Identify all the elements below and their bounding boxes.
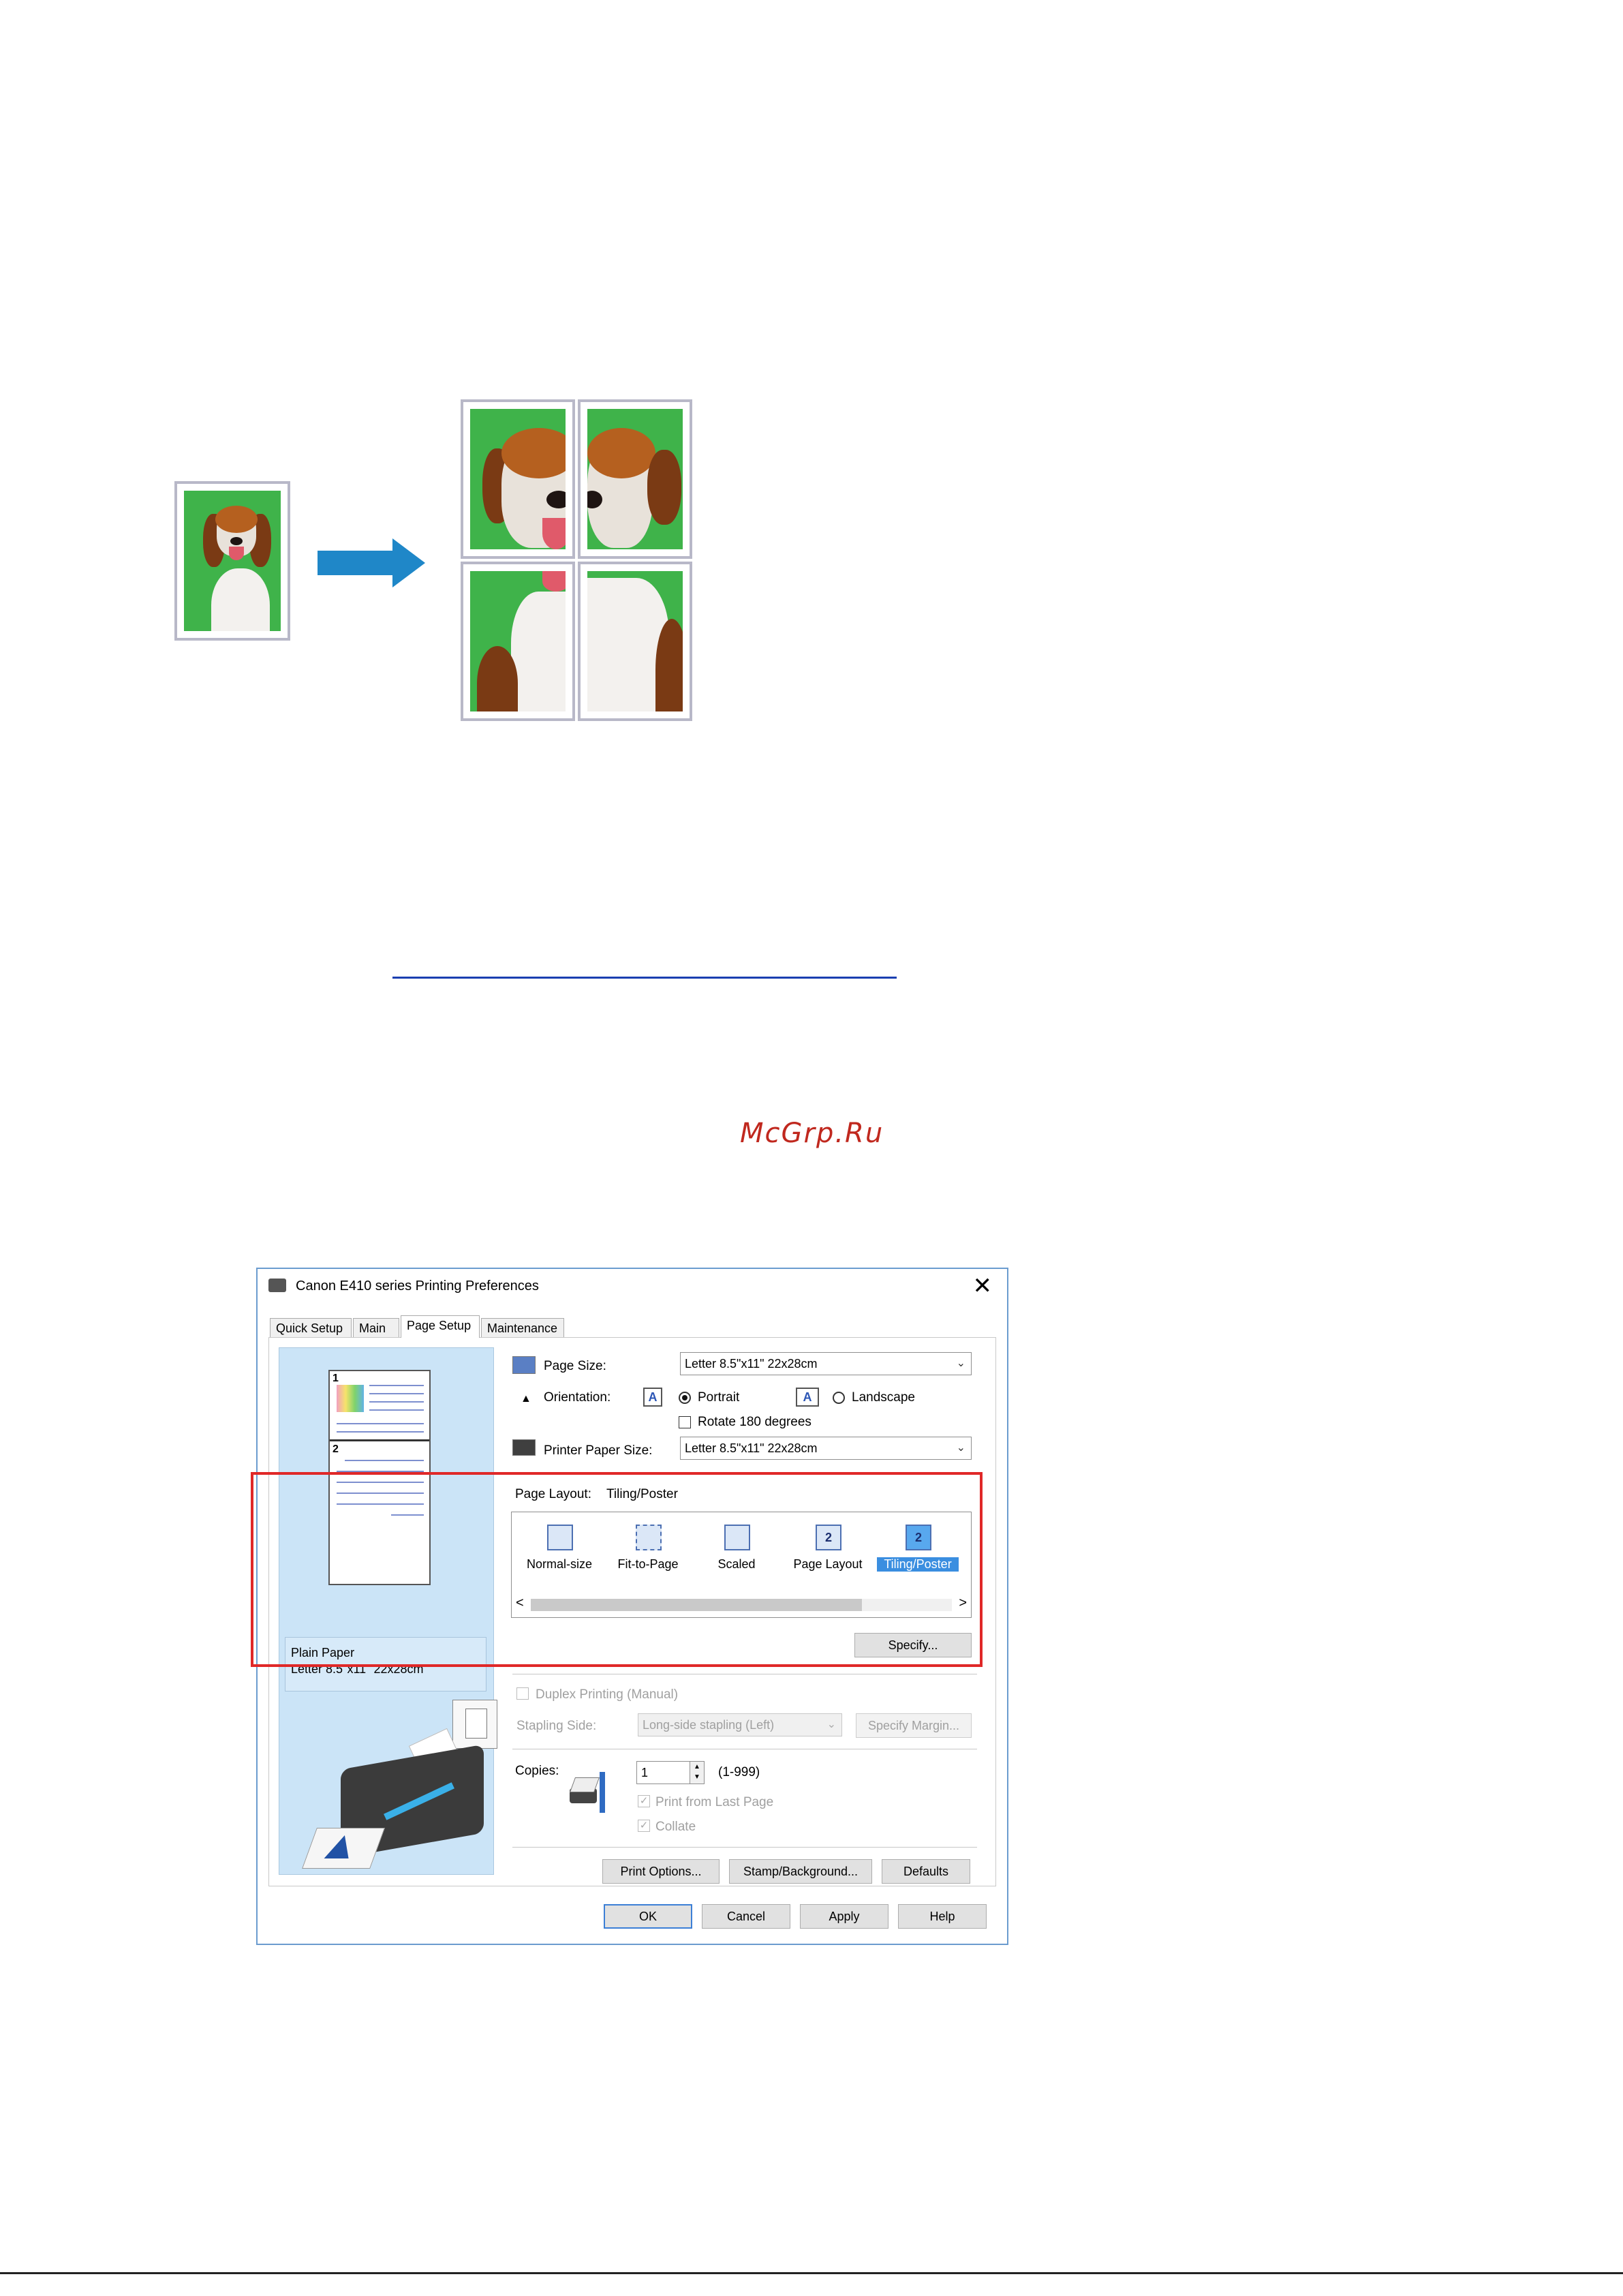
stapling-side-select[interactable]: Long-side stapling (Left) ⌄ — [638, 1713, 842, 1736]
page-layout-label: Page Layout: — [515, 1487, 591, 1501]
duplex-printing-label[interactable]: Duplex Printing (Manual) — [536, 1687, 678, 1702]
close-icon[interactable]: ✕ — [973, 1273, 993, 1299]
tile-1 — [461, 399, 575, 559]
apply-button[interactable]: Apply — [800, 1904, 888, 1929]
cancel-button[interactable]: Cancel — [702, 1904, 790, 1929]
copies-value: 1 — [641, 1766, 649, 1779]
output-paper-graphic — [302, 1828, 385, 1869]
help-button[interactable]: Help — [898, 1904, 987, 1929]
page-size-icon — [512, 1356, 536, 1374]
layout-option-label: Normal-size — [526, 1557, 592, 1571]
ok-button[interactable]: OK — [604, 1904, 692, 1929]
copies-label: Copies: — [515, 1764, 559, 1778]
portrait-icon: A — [643, 1388, 662, 1407]
tiling-poster-icon: 2 — [906, 1525, 931, 1550]
print-from-last-page-label[interactable]: Print from Last Page — [655, 1795, 773, 1810]
page-number-2: 2 — [333, 1443, 339, 1455]
page-bottom-rule — [0, 2272, 1623, 2274]
copies-stack-icon — [566, 1772, 606, 1813]
scrollbar-thumb[interactable] — [531, 1599, 862, 1611]
tile-2 — [578, 399, 692, 559]
tab-quick-setup[interactable]: Quick Setup — [270, 1318, 352, 1337]
layout-option-normal-size[interactable]: Normal-size — [519, 1519, 600, 1587]
printer-paper-size-label: Printer Paper Size: — [544, 1443, 653, 1458]
separator — [512, 1847, 977, 1848]
preview-image — [337, 1385, 364, 1412]
page-size-value: Letter 8.5"x11" 22x28cm — [685, 1357, 818, 1371]
defaults-button[interactable]: Defaults — [882, 1859, 970, 1884]
hyperlink-underline[interactable] — [392, 977, 897, 979]
portrait-label[interactable]: Portrait — [698, 1390, 739, 1405]
specify-button[interactable]: Specify... — [854, 1633, 972, 1657]
page-layout-icon: 2 — [816, 1525, 841, 1550]
orientation-label: Orientation: — [544, 1390, 611, 1405]
scroll-right-icon[interactable]: > — [959, 1595, 967, 1611]
stamp-background-button[interactable]: Stamp/Background... — [729, 1859, 872, 1884]
copies-stepper[interactable]: ▲ ▼ — [690, 1761, 705, 1784]
layout-option-label: Tiling/Poster — [877, 1557, 959, 1572]
dog-photo — [184, 491, 281, 631]
copies-input[interactable]: 1 — [636, 1761, 691, 1784]
layout-option-scaled[interactable]: Scaled — [696, 1519, 777, 1587]
scroll-left-icon[interactable]: < — [516, 1595, 524, 1611]
print-options-button[interactable]: Print Options... — [602, 1859, 720, 1884]
dialog-title: Canon E410 series Printing Preferences — [296, 1279, 539, 1294]
layout-option-tiling-poster[interactable]: 2 Tiling/Poster — [877, 1519, 959, 1587]
printer-paper-size-value: Letter 8.5"x11" 22x28cm — [685, 1441, 818, 1455]
tab-main[interactable]: Main — [353, 1318, 399, 1337]
original-image-thumbnail — [174, 481, 290, 641]
landscape-icon: A — [796, 1388, 819, 1407]
layout-option-label: Scaled — [717, 1557, 756, 1571]
specify-margin-button[interactable]: Specify Margin... — [856, 1713, 972, 1738]
printer-paper-size-icon — [512, 1439, 536, 1456]
collate-label[interactable]: Collate — [655, 1820, 696, 1835]
stapling-side-value: Long-side stapling (Left) — [643, 1718, 775, 1732]
rotate-180-label[interactable]: Rotate 180 degrees — [698, 1415, 812, 1430]
copies-range: (1-999) — [718, 1765, 760, 1779]
title-bar: Canon E410 series Printing Preferences ✕ — [258, 1269, 1007, 1304]
tab-page-setup[interactable]: Page Setup — [401, 1315, 480, 1338]
stapling-side-label: Stapling Side: — [516, 1719, 597, 1733]
tile-3 — [461, 562, 575, 721]
layout-horizontal-scrollbar[interactable]: < > — [514, 1595, 968, 1613]
duplex-printing-checkbox[interactable] — [516, 1687, 529, 1700]
rotate-180-checkbox[interactable] — [679, 1416, 691, 1428]
chevron-down-icon: ⌄ — [826, 1719, 836, 1730]
layout-option-fit-to-page[interactable]: Fit-to-Page — [607, 1519, 689, 1587]
scaled-icon — [724, 1525, 750, 1550]
orientation-arrow-icon: ▲ — [521, 1393, 531, 1405]
page-layout-list[interactable]: Normal-size Fit-to-Page Scaled 2 Page La… — [511, 1512, 972, 1618]
layout-option-page-layout[interactable]: 2 Page Layout — [787, 1519, 869, 1587]
layout-option-label: Page Layout — [793, 1557, 863, 1571]
landscape-label[interactable]: Landscape — [852, 1390, 915, 1405]
tab-maintenance[interactable]: Maintenance — [481, 1318, 564, 1337]
chevron-down-icon: ⌄ — [956, 1358, 965, 1369]
layout-option-label: Fit-to-Page — [617, 1557, 679, 1571]
page-size-select[interactable]: Letter 8.5"x11" 22x28cm ⌄ — [680, 1352, 972, 1375]
normal-size-icon — [547, 1525, 573, 1550]
print-from-last-page-checkbox[interactable]: ✓ — [638, 1795, 650, 1807]
page-layout-value: Tiling/Poster — [606, 1487, 678, 1501]
printer-icon — [268, 1279, 286, 1292]
printer-paper-size-select[interactable]: Letter 8.5"x11" 22x28cm ⌄ — [680, 1437, 972, 1460]
fit-to-page-icon — [636, 1525, 662, 1550]
chevron-down-icon: ⌄ — [956, 1442, 965, 1454]
page-size-label: Page Size: — [544, 1359, 606, 1373]
portrait-radio[interactable] — [679, 1392, 691, 1404]
page-number-1: 1 — [333, 1373, 339, 1384]
paper-orientation-icon — [452, 1700, 497, 1749]
tile-4 — [578, 562, 692, 721]
landscape-radio[interactable] — [833, 1392, 845, 1404]
collate-checkbox[interactable]: ✓ — [638, 1820, 650, 1832]
watermark-text: McGrp.Ru — [740, 1118, 884, 1149]
